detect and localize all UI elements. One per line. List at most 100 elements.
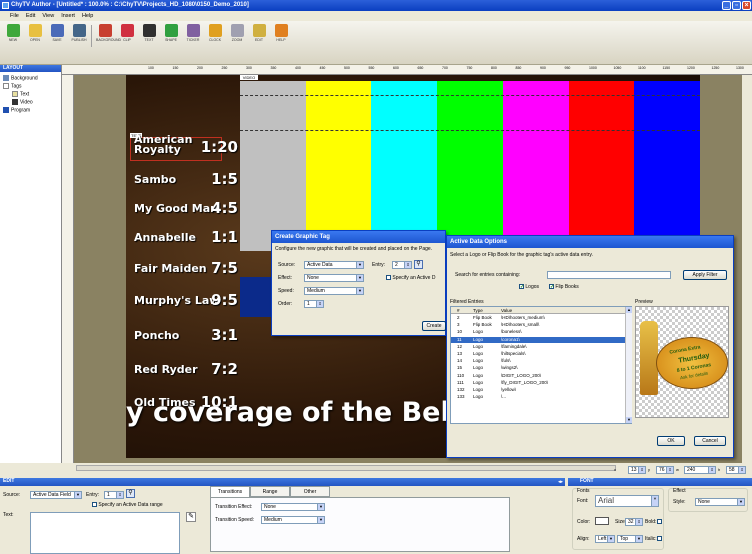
- list-item[interactable]: 3 Flip Book \HD\hooters_small\: [451, 322, 625, 329]
- effect-select[interactable]: None ▼: [304, 274, 364, 282]
- search-button[interactable]: ⚲: [126, 489, 135, 498]
- ticker-button[interactable]: TICKER: [184, 24, 202, 42]
- odds-entry[interactable]: Sambo 1:5: [134, 170, 238, 190]
- text-button[interactable]: TEXT: [140, 24, 158, 42]
- bold-checkbox[interactable]: [657, 519, 662, 525]
- entries-listbox[interactable]: # Type Value 2 Flip Book \HD\hooters_mediu…: [450, 306, 632, 424]
- odds-entry[interactable]: Murphy's Law 9:5: [134, 291, 238, 311]
- new-button[interactable]: NEW: [4, 24, 22, 42]
- tree-item-text[interactable]: Text: [12, 91, 29, 97]
- text-area[interactable]: [30, 512, 180, 554]
- list-item[interactable]: 111 Logo \fly_DIGIT_LOGO_200\: [451, 380, 625, 387]
- horizontal-scrollbar[interactable]: [76, 465, 616, 471]
- y-field[interactable]: 76 ⇕: [656, 466, 674, 474]
- apply-filter-button[interactable]: Apply Filter: [683, 270, 727, 280]
- height-field[interactable]: 58 ⇕: [726, 466, 746, 474]
- minimize-button[interactable]: _: [722, 1, 731, 10]
- zoom-button[interactable]: ZOOM: [228, 24, 246, 42]
- column-value[interactable]: Value: [501, 307, 512, 314]
- entry-type: Logo: [473, 372, 484, 378]
- checkbox-icon[interactable]: [386, 275, 391, 281]
- menu-help[interactable]: Help: [82, 13, 93, 19]
- edit-button[interactable]: EDIT: [250, 24, 268, 42]
- list-item[interactable]: 12 Logo \flamingdale\: [451, 344, 625, 351]
- save-button[interactable]: SAVE: [48, 24, 66, 42]
- menu-file[interactable]: File: [10, 13, 19, 19]
- odds-entry[interactable]: Red Ryder 7:2: [134, 360, 238, 380]
- source-select[interactable]: Active Data Field ▼: [30, 491, 82, 499]
- tree-item-tags[interactable]: Tags: [3, 83, 22, 89]
- list-item[interactable]: 2 Flip Book \HD\hooters_medium\: [451, 315, 625, 322]
- odds-entry[interactable]: Fair Maiden 7:5: [134, 259, 238, 279]
- tree-item-program[interactable]: Program: [3, 107, 30, 113]
- color-swatch[interactable]: [595, 517, 609, 525]
- help-button[interactable]: HELP: [272, 24, 290, 42]
- italic-checkbox[interactable]: [657, 536, 662, 542]
- list-item[interactable]: 110 Logo \DIGIT_LOGO_200\: [451, 373, 625, 380]
- order-stepper[interactable]: 1 ⇕: [304, 300, 324, 308]
- tree-item-video[interactable]: Video: [12, 99, 33, 105]
- search-input[interactable]: [547, 271, 671, 279]
- list-scrollbar[interactable]: ▲ ▼: [625, 307, 632, 423]
- open-button[interactable]: OPEN: [26, 24, 44, 42]
- x-field[interactable]: 13 ⇕: [628, 466, 646, 474]
- ok-button[interactable]: OK: [657, 436, 685, 446]
- column-number[interactable]: #: [457, 307, 460, 314]
- source-select[interactable]: Active Data ▼: [304, 261, 364, 269]
- list-item[interactable]: 11 Logo \corona1\: [451, 336, 625, 344]
- odds-entry[interactable]: Annabelle 1:1: [134, 228, 238, 248]
- align-select[interactable]: Left ▼: [595, 535, 615, 543]
- tab-other[interactable]: Other: [290, 486, 330, 497]
- entry-stepper[interactable]: 1 ⇕: [104, 491, 124, 499]
- shape-button[interactable]: SHAPE: [162, 24, 180, 42]
- expand-icon[interactable]: [3, 83, 9, 89]
- odds-entry[interactable]: Poncho 3:1: [134, 326, 238, 346]
- odds-entry[interactable]: American Royalty 1:20: [134, 134, 238, 157]
- list-item[interactable]: 13 Logo \hiltspecials\: [451, 351, 625, 358]
- close-button[interactable]: ×: [742, 1, 751, 10]
- transition-effect-select[interactable]: None ▼: [261, 503, 325, 511]
- menu-insert[interactable]: Insert: [61, 13, 75, 19]
- menu-edit[interactable]: Edit: [26, 13, 35, 19]
- clip-button[interactable]: CLIP: [118, 24, 136, 42]
- odds-entry[interactable]: My Good Man 4:5: [134, 199, 238, 219]
- maximize-button[interactable]: ▫: [732, 1, 741, 10]
- speed-select[interactable]: Medium ▼: [304, 287, 364, 295]
- list-item[interactable]: 10 Logo \boneless\: [451, 329, 625, 336]
- background-button[interactable]: BACKGROUND: [96, 24, 121, 42]
- scroll-up-icon[interactable]: ▲: [626, 307, 632, 313]
- column-type[interactable]: Type: [473, 307, 483, 314]
- publish-button[interactable]: PUBLISH: [70, 24, 88, 42]
- list-item[interactable]: 133 Logo \...: [451, 394, 625, 401]
- menu-view[interactable]: View: [42, 13, 54, 19]
- style-select[interactable]: None ▼: [695, 498, 745, 506]
- entry-stepper[interactable]: 2 ⇕: [392, 261, 412, 269]
- tab-transitions[interactable]: Transitions: [210, 486, 250, 497]
- flip-books-checkbox[interactable]: ✓ Flip Books: [549, 284, 579, 290]
- tab-range[interactable]: Range: [250, 486, 290, 497]
- specify-active-data-checkbox[interactable]: Specify an Active D: [386, 275, 435, 281]
- scroll-down-icon[interactable]: ▼: [626, 417, 632, 423]
- size-stepper[interactable]: 32 ⇕: [625, 518, 643, 526]
- tree-item-background[interactable]: Background: [3, 75, 38, 81]
- valign-select[interactable]: Top ▼: [617, 535, 643, 543]
- list-item[interactable]: 15 Logo \wings2\: [451, 365, 625, 372]
- check-icon[interactable]: ✓: [519, 284, 524, 290]
- collapse-icon[interactable]: ◂▸: [558, 478, 566, 486]
- clock-button[interactable]: CLOCK: [206, 24, 224, 42]
- pencil-icon[interactable]: ✎: [186, 512, 196, 522]
- width-field[interactable]: 240 ⇕: [684, 466, 716, 474]
- specify-range-checkbox[interactable]: Specify an Active Data range: [92, 502, 163, 508]
- list-header: # Type Value: [451, 307, 625, 314]
- search-button[interactable]: ⚲: [414, 260, 423, 269]
- font-select[interactable]: Arial ▼: [595, 495, 659, 507]
- tab-group: Transitions Range Other Transition Effec…: [210, 486, 510, 552]
- check-icon[interactable]: ✓: [549, 284, 554, 290]
- layout-pane: LAYOUT Background Tags Text Video Progra…: [0, 65, 62, 475]
- create-button[interactable]: Create: [422, 321, 446, 331]
- list-item[interactable]: 14 Logo \fuls\: [451, 358, 625, 365]
- list-item[interactable]: 132 Logo \yellow\: [451, 387, 625, 394]
- logos-checkbox[interactable]: ✓ Logos: [519, 284, 539, 290]
- transition-speed-select[interactable]: Medium ▼: [261, 516, 325, 524]
- cancel-button[interactable]: Cancel: [694, 436, 726, 446]
